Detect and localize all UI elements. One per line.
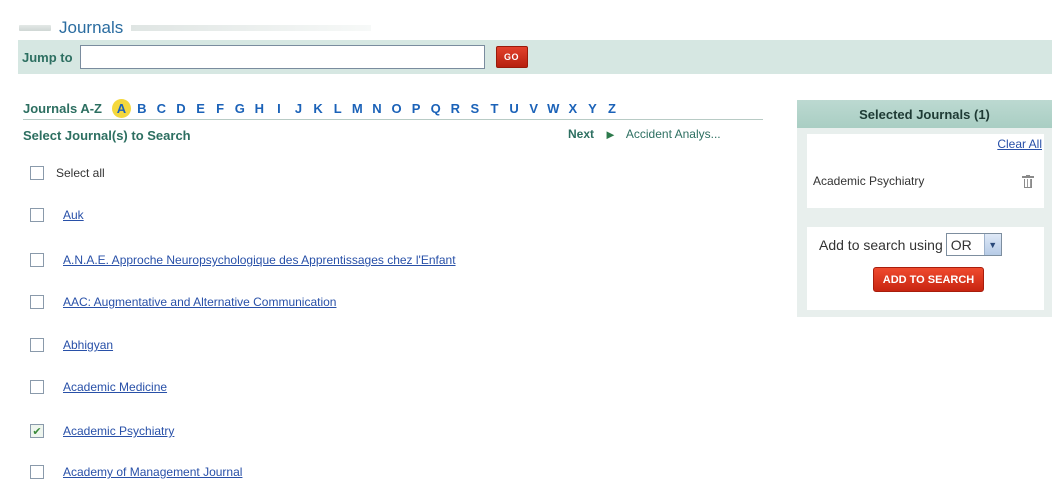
select-journals-heading: Select Journal(s) to Search xyxy=(23,127,191,143)
az-letter-s[interactable]: S xyxy=(465,101,485,116)
page-header: Journals xyxy=(19,14,1052,42)
az-letter-r[interactable]: R xyxy=(445,101,465,116)
journal-link[interactable]: AAC: Augmentative and Alternative Commun… xyxy=(63,295,336,309)
journal-row: Abhigyan xyxy=(30,335,113,355)
az-letter-t[interactable]: T xyxy=(485,101,505,116)
journal-row: Academy of Management Journal xyxy=(30,462,242,482)
az-letter-b[interactable]: B xyxy=(132,101,152,116)
clear-all-row: Clear All xyxy=(807,134,1044,154)
title-decoration-left xyxy=(19,25,51,31)
journal-row: AAC: Augmentative and Alternative Commun… xyxy=(30,292,336,312)
journal-checkbox[interactable] xyxy=(30,208,44,222)
az-letter-e[interactable]: E xyxy=(191,101,211,116)
select-all-label: Select all xyxy=(56,166,105,180)
az-letter-h[interactable]: H xyxy=(250,101,270,116)
jump-to-label: Jump to xyxy=(22,49,73,65)
az-letter-z[interactable]: Z xyxy=(602,101,622,116)
az-letter-v[interactable]: V xyxy=(524,101,544,116)
az-letter-i[interactable]: I xyxy=(269,101,289,116)
az-letter-j[interactable]: J xyxy=(289,101,309,116)
next-journal-name: Accident Analys... xyxy=(625,127,721,141)
journal-row: ✔ Academic Psychiatry xyxy=(30,421,174,441)
journal-link[interactable]: Auk xyxy=(63,208,84,222)
journal-link[interactable]: Academy of Management Journal xyxy=(63,465,242,479)
journal-checkbox[interactable] xyxy=(30,295,44,309)
journal-checkbox[interactable] xyxy=(30,338,44,352)
journal-link[interactable]: Academic Medicine xyxy=(63,380,167,394)
journals-page: Journals Jump to GO Journals A-Z ABCDEFG… xyxy=(0,0,1052,492)
az-label: Journals A-Z xyxy=(23,100,102,116)
az-letter-d[interactable]: D xyxy=(171,101,191,116)
journal-checkbox[interactable]: ✔ xyxy=(30,424,44,438)
az-letter-x[interactable]: X xyxy=(563,101,583,116)
clear-all-link[interactable]: Clear All xyxy=(997,137,1042,151)
go-button[interactable]: GO xyxy=(495,46,528,68)
jump-to-bar: Jump to GO xyxy=(18,40,1052,74)
title-decoration-right xyxy=(131,25,372,31)
add-to-search-button[interactable]: ADD TO SEARCH xyxy=(873,267,984,292)
search-operator-row: Add to search using OR ▼ xyxy=(819,233,1002,256)
divider xyxy=(23,119,763,120)
selected-journals-panel: Selected Journals (1) Clear All Academic… xyxy=(797,100,1052,317)
journals-az-bar: Journals A-Z ABCDEFGHIJKLMNOPQRSTUVWXYZ xyxy=(23,96,763,120)
selected-journal-item: Academic Psychiatry xyxy=(807,154,1044,208)
az-letter-l[interactable]: L xyxy=(328,101,348,116)
journal-link[interactable]: Abhigyan xyxy=(63,338,113,352)
az-letter-n[interactable]: N xyxy=(367,101,387,116)
az-letter-k[interactable]: K xyxy=(308,101,328,116)
journal-checkbox[interactable] xyxy=(30,253,44,267)
jump-to-input[interactable] xyxy=(79,45,485,69)
journal-checkbox[interactable] xyxy=(30,380,44,394)
az-letter-a[interactable]: A xyxy=(111,98,131,118)
journal-link[interactable]: Academic Psychiatry xyxy=(63,424,174,438)
az-letter-c[interactable]: C xyxy=(152,101,172,116)
az-letter-q[interactable]: Q xyxy=(426,101,446,116)
add-to-search-box: Add to search using OR ▼ ADD TO SEARCH xyxy=(807,227,1044,310)
search-operator-value: OR xyxy=(950,236,972,253)
az-letter-o[interactable]: O xyxy=(387,101,407,116)
search-operator-select[interactable]: OR ▼ xyxy=(945,233,1002,256)
next-label: Next xyxy=(568,127,595,141)
trash-icon[interactable] xyxy=(1022,174,1034,188)
az-letter-w[interactable]: W xyxy=(543,101,563,116)
az-letter-p[interactable]: P xyxy=(406,101,426,116)
selected-journal-name: Academic Psychiatry xyxy=(813,174,925,188)
select-all-row: Select all xyxy=(30,163,105,183)
chevron-down-icon: ▼ xyxy=(983,234,1001,255)
journal-row: A.N.A.E. Approche Neuropsychologique des… xyxy=(30,250,456,270)
az-letter-y[interactable]: Y xyxy=(583,101,603,116)
journal-row: Auk xyxy=(30,205,84,225)
journal-link[interactable]: A.N.A.E. Approche Neuropsychologique des… xyxy=(63,253,456,267)
az-letter-list: ABCDEFGHIJKLMNOPQRSTUVWXYZ xyxy=(111,98,622,118)
az-letter-m[interactable]: M xyxy=(348,101,368,116)
page-title: Journals xyxy=(59,18,124,37)
journal-row: Academic Medicine xyxy=(30,377,167,397)
az-letter-u[interactable]: U xyxy=(504,101,524,116)
selected-journals-title: Selected Journals (1) xyxy=(797,100,1052,128)
az-letter-g[interactable]: G xyxy=(230,101,250,116)
chevron-right-icon: ► xyxy=(604,126,617,142)
select-all-checkbox[interactable] xyxy=(30,166,44,180)
journal-checkbox[interactable] xyxy=(30,465,44,479)
search-operator-label: Add to search using xyxy=(819,236,943,253)
next-page-link[interactable]: Next ► Accident Analys... xyxy=(568,124,721,144)
az-letter-f[interactable]: F xyxy=(210,101,230,116)
